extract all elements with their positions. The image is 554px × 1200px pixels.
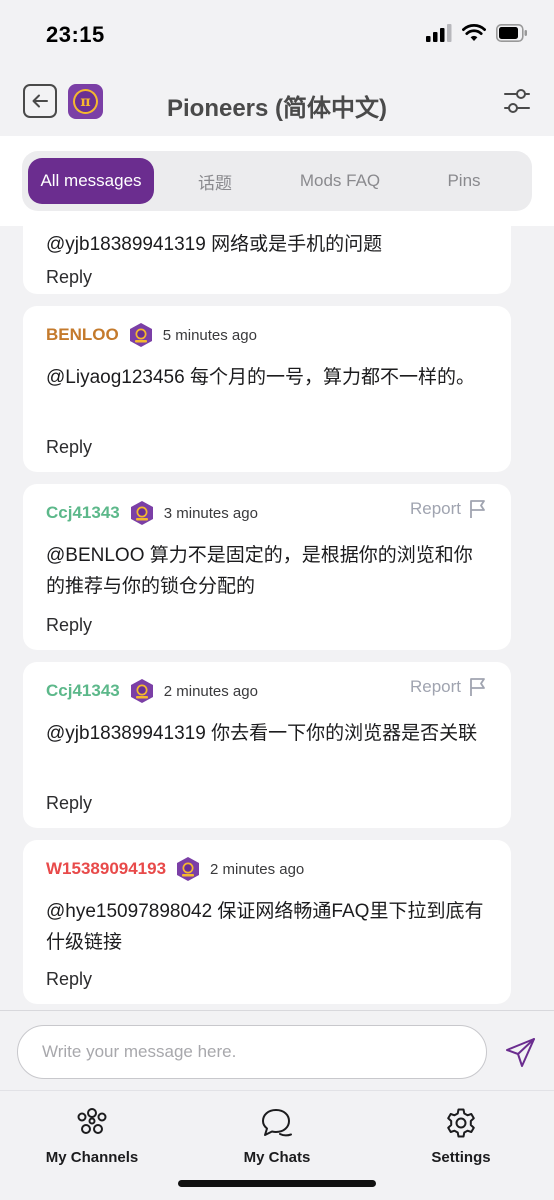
message-header: Ccj41343 3 minutes ago xyxy=(46,499,258,527)
nav-my-channels[interactable]: My Channels xyxy=(12,1107,172,1166)
pioneer-badge-icon xyxy=(130,679,153,703)
channels-icon xyxy=(77,1108,107,1134)
message-timestamp: 5 minutes ago xyxy=(162,326,257,344)
message-text: @Liyaog123456 每个月的一号，算力都不一样的。 xyxy=(46,367,475,388)
reply-button[interactable]: Reply xyxy=(46,615,92,636)
message-card: Ccj41343 3 minutes ago Report @BENLOO 算力… xyxy=(23,484,511,650)
message-timestamp: 3 minutes ago xyxy=(163,504,258,522)
battery-icon xyxy=(496,24,527,42)
message-username[interactable]: W15389094193 xyxy=(46,859,166,879)
send-icon[interactable] xyxy=(504,1035,538,1069)
reply-button[interactable]: Reply xyxy=(46,437,92,458)
pioneer-badge-icon xyxy=(130,501,153,525)
flag-icon xyxy=(470,500,485,518)
home-indicator xyxy=(178,1180,376,1187)
message-timestamp: 2 minutes ago xyxy=(163,682,258,700)
status-icons xyxy=(426,24,528,42)
reply-button[interactable]: Reply xyxy=(46,969,92,990)
flag-icon xyxy=(470,678,485,696)
tab-pins[interactable]: Pins xyxy=(404,158,524,204)
tabs-container: All messages 话题 Mods FAQ Pins xyxy=(0,136,554,226)
status-time: 23:15 xyxy=(46,22,105,47)
wifi-icon xyxy=(462,24,486,41)
filter-settings-icon[interactable] xyxy=(502,86,532,116)
nav-label: Settings xyxy=(431,1149,491,1166)
nav-label: My Chats xyxy=(243,1149,311,1166)
message-username[interactable]: Ccj41343 xyxy=(46,681,120,701)
report-label: Report xyxy=(409,499,461,518)
report-button[interactable]: Report xyxy=(410,677,487,697)
nav-my-chats[interactable]: My Chats xyxy=(197,1107,357,1166)
message-card: W15389094193 2 minutes ago @hye150978980… xyxy=(23,840,511,1004)
report-button[interactable]: Report xyxy=(410,499,487,519)
message-text: @yjb18389941319 你去看一下你的浏览器是否关联 xyxy=(46,723,478,744)
nav-settings[interactable]: Settings xyxy=(381,1107,541,1166)
message-header: W15389094193 2 minutes ago xyxy=(46,855,304,883)
message-composer xyxy=(0,1010,554,1090)
tab-mods-faq[interactable]: Mods FAQ xyxy=(276,158,404,204)
message-card: BENLOO 5 minutes ago @Liyaog123456 每个月的一… xyxy=(23,306,511,472)
report-label: Report xyxy=(409,677,461,696)
message-text: @BENLOO 算力不是固定的，是根据你的浏览和你的推荐与你的锁仓分配的 xyxy=(46,545,473,597)
message-timestamp: 2 minutes ago xyxy=(210,860,305,878)
pioneer-badge-icon xyxy=(129,323,152,347)
message-username[interactable]: Ccj41343 xyxy=(46,503,120,523)
cellular-signal-icon xyxy=(426,24,452,42)
reply-button[interactable]: Reply xyxy=(46,267,92,288)
message-username[interactable]: BENLOO xyxy=(46,325,119,345)
tab-topics[interactable]: 话题 xyxy=(154,158,276,204)
message-header: Ccj41343 2 minutes ago xyxy=(46,677,258,705)
page-title: Pioneers (简体中文) xyxy=(166,95,388,122)
message-list[interactable]: @yjb18389941319 网络或是手机的问题 Reply BENLOO 5… xyxy=(0,226,554,1010)
pioneer-badge-icon xyxy=(177,857,200,881)
message-header: BENLOO 5 minutes ago xyxy=(46,321,257,349)
channel-header: π Pioneers (简体中文) xyxy=(0,70,554,136)
message-card: @yjb18389941319 网络或是手机的问题 Reply xyxy=(23,226,511,294)
message-card: Ccj41343 2 minutes ago Report @yjb183899… xyxy=(23,662,511,828)
message-text: @yjb18389941319 网络或是手机的问题 xyxy=(46,234,383,255)
status-bar: 23:15 xyxy=(0,0,554,70)
message-text: @hye15097898042 保证网络畅通FAQ里下拉到底有什级链接 xyxy=(46,901,484,953)
gear-icon xyxy=(447,1108,475,1138)
nav-label: My Channels xyxy=(45,1149,139,1166)
tab-all-messages[interactable]: All messages xyxy=(28,158,154,204)
message-input[interactable] xyxy=(17,1025,487,1079)
reply-button[interactable]: Reply xyxy=(46,793,92,814)
chats-icon xyxy=(262,1109,292,1137)
tab-bar: All messages 话题 Mods FAQ Pins xyxy=(22,151,532,211)
